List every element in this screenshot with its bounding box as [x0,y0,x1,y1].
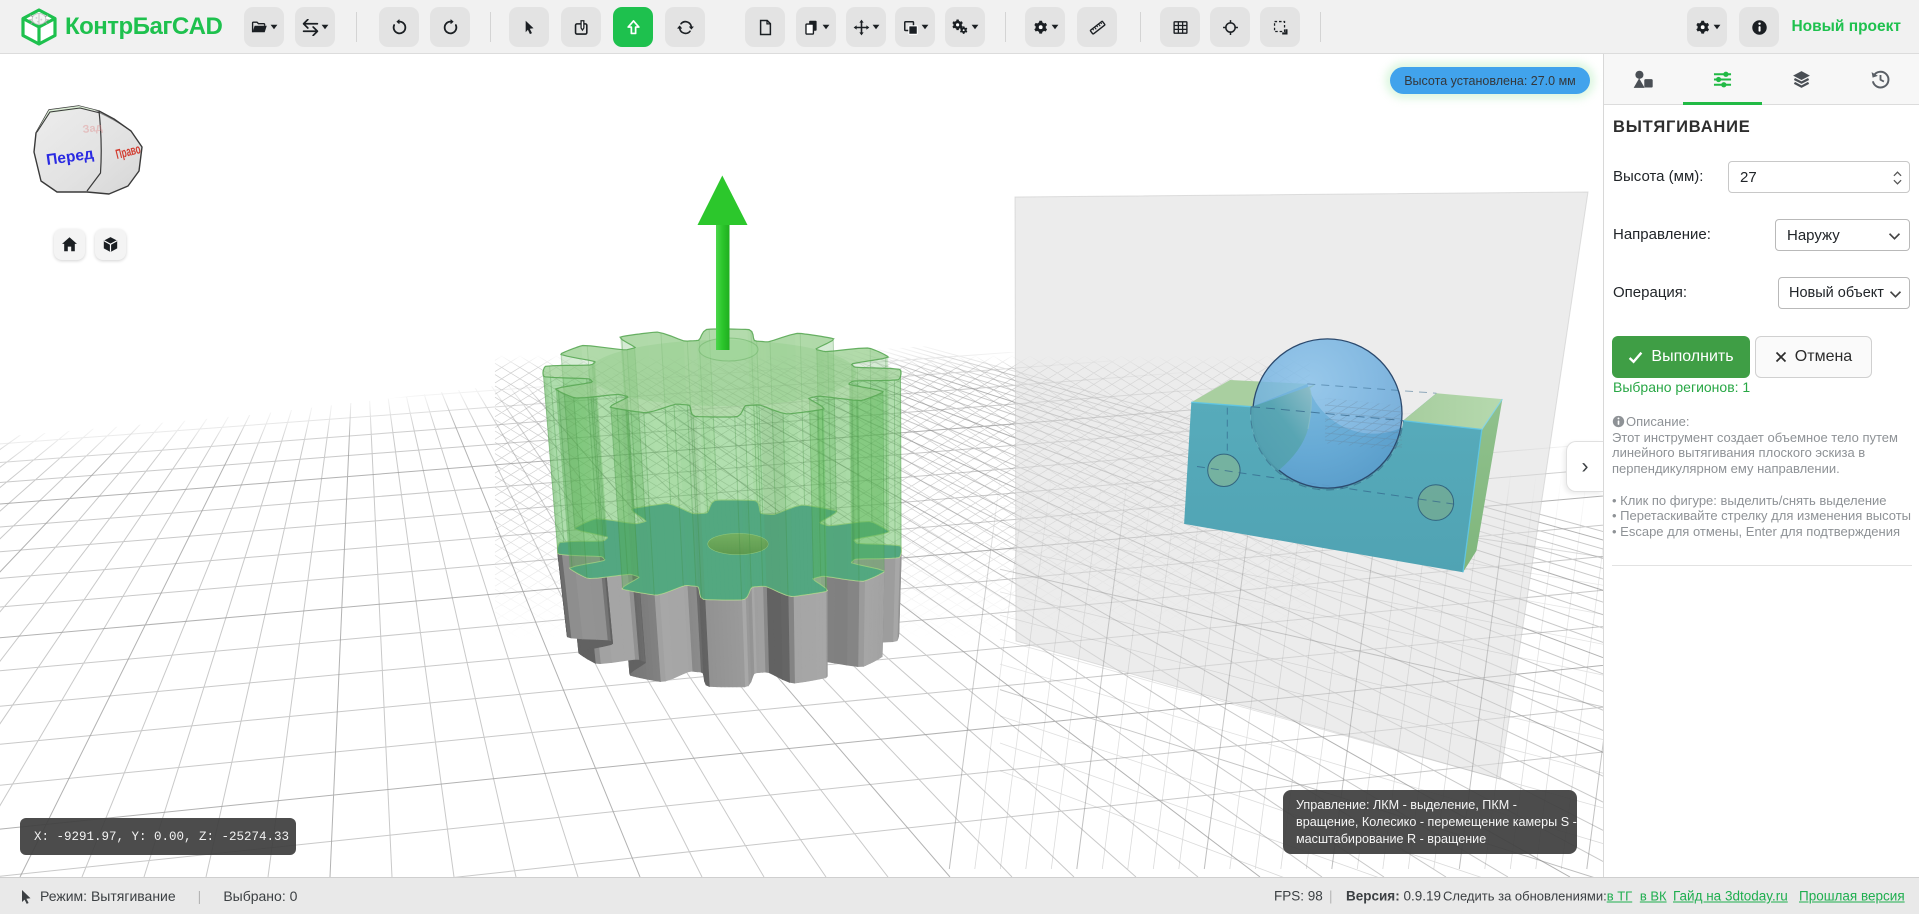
svg-text:Зад: Зад [82,122,103,136]
